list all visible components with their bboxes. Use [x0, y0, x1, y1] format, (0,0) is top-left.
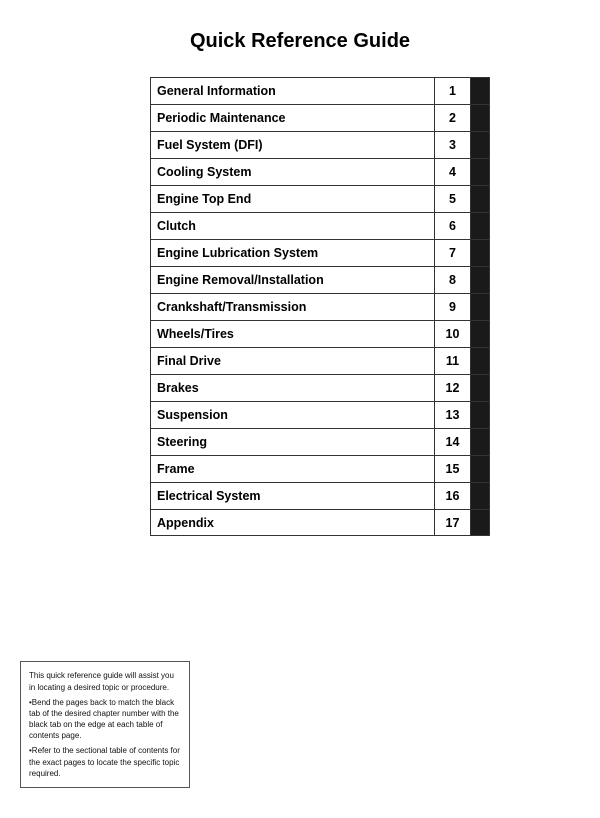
toc-row: Engine Top End5: [150, 185, 490, 212]
toc-label: Engine Lubrication System: [151, 240, 435, 266]
toc-label: Cooling System: [151, 159, 435, 185]
toc-tab: [471, 213, 489, 239]
toc-number: 2: [435, 105, 471, 131]
toc-number: 13: [435, 402, 471, 428]
toc-number: 8: [435, 267, 471, 293]
toc-number: 17: [435, 510, 471, 535]
toc-row: Fuel System (DFI)3: [150, 131, 490, 158]
toc-tab: [471, 375, 489, 401]
toc-number: 3: [435, 132, 471, 158]
toc-tab: [471, 510, 489, 535]
toc-tab: [471, 348, 489, 374]
page-title: Quick Reference Guide: [20, 30, 580, 53]
toc-tab: [471, 105, 489, 131]
toc-number: 16: [435, 483, 471, 509]
toc-label: Fuel System (DFI): [151, 132, 435, 158]
note-line3: •Refer to the sectional table of content…: [29, 745, 181, 779]
toc-row: Periodic Maintenance2: [150, 104, 490, 131]
toc-row: Steering14: [150, 428, 490, 455]
toc-container: General Information1Periodic Maintenance…: [150, 77, 490, 536]
toc-tab: [471, 321, 489, 347]
note-box: This quick reference guide will assist y…: [20, 661, 190, 788]
toc-number: 15: [435, 456, 471, 482]
toc-row: Appendix17: [150, 509, 490, 536]
toc-row: Brakes12: [150, 374, 490, 401]
toc-label: Engine Removal/Installation: [151, 267, 435, 293]
toc-row: Engine Lubrication System7: [150, 239, 490, 266]
toc-label: General Information: [151, 78, 435, 104]
toc-number: 14: [435, 429, 471, 455]
toc-tab: [471, 186, 489, 212]
toc-tab: [471, 456, 489, 482]
toc-tab: [471, 402, 489, 428]
toc-label: Clutch: [151, 213, 435, 239]
toc-row: Clutch6: [150, 212, 490, 239]
toc-tab: [471, 429, 489, 455]
toc-row: Frame15: [150, 455, 490, 482]
toc-label: Suspension: [151, 402, 435, 428]
toc-tab: [471, 132, 489, 158]
toc-row: General Information1: [150, 77, 490, 104]
toc-row: Crankshaft/Transmission9: [150, 293, 490, 320]
toc-row: Cooling System4: [150, 158, 490, 185]
toc-row: Final Drive11: [150, 347, 490, 374]
toc-label: Appendix: [151, 510, 435, 535]
toc-row: Electrical System16: [150, 482, 490, 509]
toc-row: Wheels/Tires10: [150, 320, 490, 347]
toc-row: Engine Removal/Installation8: [150, 266, 490, 293]
toc-number: 6: [435, 213, 471, 239]
toc-number: 1: [435, 78, 471, 104]
note-line1: This quick reference guide will assist y…: [29, 670, 181, 692]
toc-label: Wheels/Tires: [151, 321, 435, 347]
toc-number: 11: [435, 348, 471, 374]
toc-number: 12: [435, 375, 471, 401]
toc-tab: [471, 78, 489, 104]
toc-tab: [471, 240, 489, 266]
toc-number: 5: [435, 186, 471, 212]
toc-number: 4: [435, 159, 471, 185]
toc-number: 7: [435, 240, 471, 266]
toc-row: Suspension13: [150, 401, 490, 428]
toc-label: Crankshaft/Transmission: [151, 294, 435, 320]
page: Quick Reference Guide General Informatio…: [0, 0, 600, 818]
toc-label: Electrical System: [151, 483, 435, 509]
toc-label: Brakes: [151, 375, 435, 401]
toc-label: Final Drive: [151, 348, 435, 374]
toc-tab: [471, 294, 489, 320]
toc-tab: [471, 267, 489, 293]
toc-tab: [471, 483, 489, 509]
toc-label: Engine Top End: [151, 186, 435, 212]
toc-label: Frame: [151, 456, 435, 482]
toc-number: 10: [435, 321, 471, 347]
toc-label: Steering: [151, 429, 435, 455]
toc-tab: [471, 159, 489, 185]
note-line2: •Bend the pages back to match the black …: [29, 697, 181, 742]
toc-number: 9: [435, 294, 471, 320]
toc-label: Periodic Maintenance: [151, 105, 435, 131]
